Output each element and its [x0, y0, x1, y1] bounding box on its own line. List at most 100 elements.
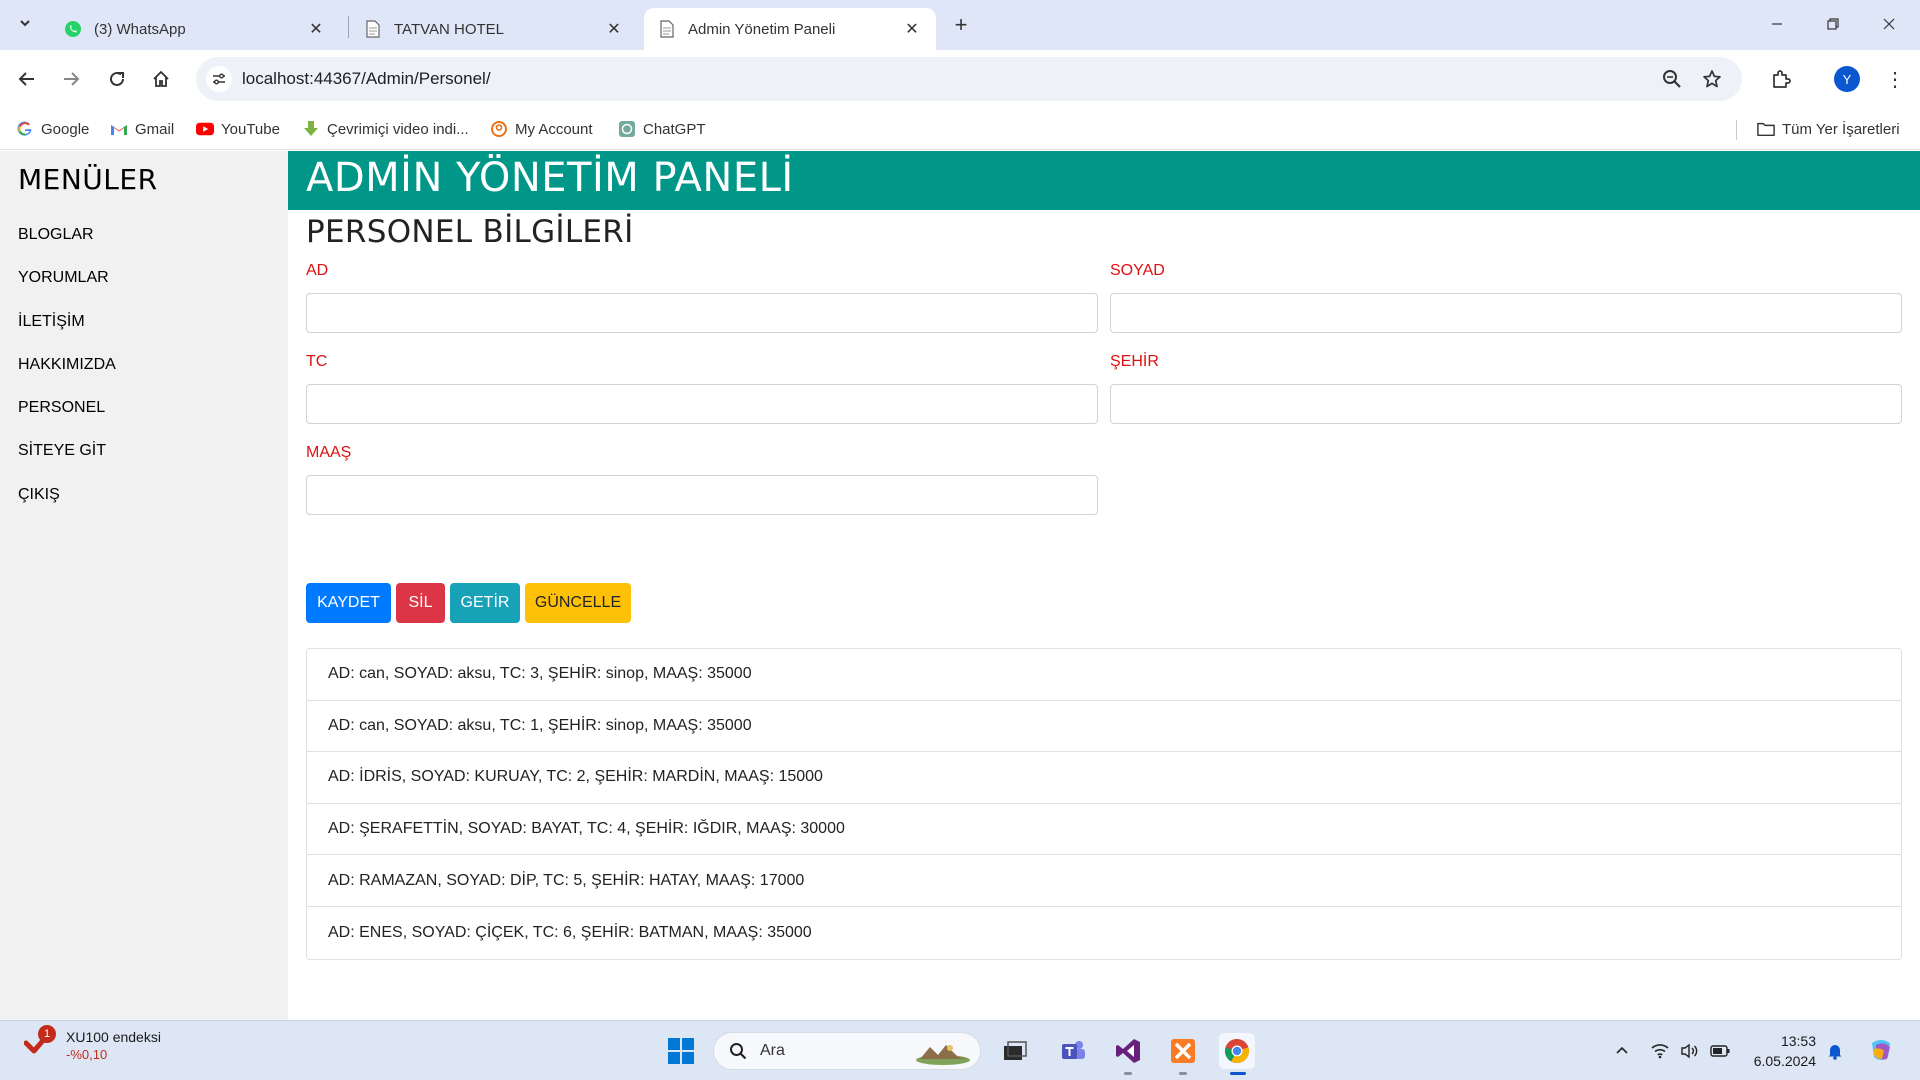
- widget-title: XU100 endeksi: [66, 1028, 161, 1045]
- clock-date: 6.05.2024: [1753, 1053, 1816, 1069]
- back-button[interactable]: [12, 64, 42, 94]
- gmail-icon: [110, 120, 128, 138]
- personel-list: AD: can, SOYAD: aksu, TC: 3, ŞEHİR: sino…: [306, 648, 1902, 960]
- bookmarks-bar: Google Gmail YouTube Çevrimiçi video ind…: [0, 108, 1920, 150]
- search-icon: [728, 1041, 748, 1061]
- tab-divider: [348, 16, 349, 38]
- sil-button[interactable]: SİL: [396, 583, 445, 623]
- xampp-icon[interactable]: [1165, 1033, 1201, 1075]
- chevron-up-icon[interactable]: [1612, 1041, 1632, 1061]
- bookmark-divider: [1736, 120, 1737, 140]
- tc-label: TC: [306, 353, 328, 370]
- profile-avatar[interactable]: Y: [1834, 66, 1860, 92]
- tab-admin-panel[interactable]: Admin Yönetim Paneli ✕: [644, 8, 936, 50]
- reload-button[interactable]: [102, 64, 132, 94]
- download-icon: [302, 120, 320, 138]
- forward-button[interactable]: [56, 64, 86, 94]
- sidebar-item-cikis[interactable]: ÇIKIŞ: [18, 486, 60, 504]
- kaydet-button[interactable]: KAYDET: [306, 583, 391, 623]
- site-info-icon[interactable]: [206, 66, 232, 92]
- page-icon: [364, 20, 382, 38]
- page-title: PERSONEL BİLGİLERİ: [306, 214, 634, 250]
- notification-bell-icon[interactable]: [1825, 1041, 1845, 1061]
- bookmark-label: Google: [41, 120, 90, 138]
- zoom-icon[interactable]: [1661, 68, 1683, 90]
- taskbar-search[interactable]: Ara: [713, 1032, 981, 1070]
- sidebar-item-bloglar[interactable]: BLOGLAR: [18, 226, 94, 244]
- running-indicator: [1179, 1072, 1187, 1075]
- home-button[interactable]: [146, 64, 176, 94]
- chrome-icon[interactable]: [1219, 1033, 1255, 1075]
- new-tab-button[interactable]: +: [948, 12, 974, 38]
- getir-button[interactable]: GETİR: [450, 583, 520, 623]
- all-bookmarks-folder[interactable]: Tüm Yer İşaretleri: [1757, 116, 1900, 142]
- volume-icon[interactable]: [1680, 1041, 1700, 1061]
- guncelle-button[interactable]: GÜNCELLE: [525, 583, 631, 623]
- sidebar-item-iletisim[interactable]: İLETİŞİM: [18, 313, 85, 331]
- tab-strip: (3) WhatsApp ✕ TATVAN HOTEL ✕ Admin Yöne…: [0, 0, 1920, 50]
- minimize-button[interactable]: [1754, 8, 1800, 40]
- soyad-input[interactable]: [1110, 293, 1902, 333]
- tab-title: (3) WhatsApp: [94, 20, 186, 38]
- list-item[interactable]: AD: RAMAZAN, SOYAD: DİP, TC: 5, ŞEHİR: H…: [307, 855, 1901, 907]
- browser-toolbar: localhost:44367/Admin/Personel/ Y ⋮: [0, 50, 1920, 108]
- list-item[interactable]: AD: ŞERAFETTİN, SOYAD: BAYAT, TC: 4, ŞEH…: [307, 804, 1901, 856]
- bookmark-youtube[interactable]: YouTube: [196, 116, 280, 142]
- maas-label: MAAŞ: [306, 444, 352, 461]
- stock-widget[interactable]: 1 XU100 endeksi -%0,10: [23, 1025, 161, 1063]
- sidebar-title: MENÜLER: [18, 163, 158, 196]
- battery-icon[interactable]: [1710, 1041, 1730, 1061]
- maas-input[interactable]: [306, 475, 1098, 515]
- bookmark-my-account[interactable]: My Account: [490, 116, 593, 142]
- close-window-button[interactable]: [1866, 8, 1912, 40]
- bookmark-label: YouTube: [221, 120, 280, 138]
- wifi-icon[interactable]: [1650, 1041, 1670, 1061]
- extensions-icon[interactable]: [1766, 64, 1796, 94]
- tc-input[interactable]: [306, 384, 1098, 424]
- tab-title: Admin Yönetim Paneli: [688, 20, 836, 38]
- sidebar-item-hakkimizda[interactable]: HAKKIMIZDA: [18, 356, 116, 374]
- admin-header: ADMİN YÖNETİM PANELİ: [288, 151, 1920, 210]
- whatsapp-icon: [64, 20, 82, 38]
- close-icon[interactable]: ✕: [902, 19, 922, 39]
- list-item[interactable]: AD: can, SOYAD: aksu, TC: 1, ŞEHİR: sino…: [307, 701, 1901, 753]
- sidebar-item-yorumlar[interactable]: YORUMLAR: [18, 269, 109, 287]
- system-clock[interactable]: 13:53 6.05.2024: [1748, 1031, 1816, 1071]
- sehir-input[interactable]: [1110, 384, 1902, 424]
- restore-button[interactable]: [1810, 8, 1856, 40]
- task-view-icon[interactable]: [997, 1033, 1033, 1069]
- visual-studio-icon[interactable]: [1110, 1033, 1146, 1075]
- bookmark-label: Tüm Yer İşaretleri: [1782, 120, 1900, 138]
- sidebar-item-siteye-git[interactable]: SİTEYE GİT: [18, 442, 106, 460]
- browser-menu-icon[interactable]: ⋮: [1880, 64, 1910, 94]
- chatgpt-icon: [618, 120, 636, 138]
- folder-icon: [1757, 120, 1775, 138]
- url-text[interactable]: localhost:44367/Admin/Personel/: [242, 69, 491, 89]
- windows-start-icon[interactable]: [663, 1033, 699, 1069]
- page-icon: [658, 20, 676, 38]
- bookmark-video-downloader[interactable]: Çevrimiçi video indi...: [302, 116, 469, 142]
- bookmark-star-icon[interactable]: [1701, 68, 1723, 90]
- search-placeholder: Ara: [760, 1042, 785, 1059]
- tab-tatvan-hotel[interactable]: TATVAN HOTEL ✕: [350, 8, 638, 50]
- bookmark-chatgpt[interactable]: ChatGPT: [618, 116, 706, 142]
- list-item[interactable]: AD: ENES, SOYAD: ÇİÇEK, TC: 6, ŞEHİR: BA…: [307, 907, 1901, 959]
- tab-whatsapp[interactable]: (3) WhatsApp ✕: [50, 8, 340, 50]
- bookmark-google[interactable]: Google: [16, 116, 89, 142]
- ad-input[interactable]: [306, 293, 1098, 333]
- sidebar: MENÜLER BLOGLAR YORUMLAR İLETİŞİM HAKKIM…: [0, 151, 288, 1020]
- copilot-icon[interactable]: [1866, 1035, 1896, 1065]
- list-item[interactable]: AD: can, SOYAD: aksu, TC: 3, ŞEHİR: sino…: [307, 649, 1901, 701]
- close-icon[interactable]: ✕: [306, 19, 326, 39]
- sehir-label: ŞEHİR: [1110, 353, 1159, 370]
- tab-search-chevron-icon[interactable]: [12, 10, 38, 36]
- address-bar[interactable]: localhost:44367/Admin/Personel/: [196, 57, 1742, 101]
- list-item[interactable]: AD: İDRİS, SOYAD: KURUAY, TC: 2, ŞEHİR: …: [307, 752, 1901, 804]
- teams-icon[interactable]: [1055, 1033, 1091, 1069]
- widget-value: -%0,10: [66, 1046, 108, 1062]
- bookmark-gmail[interactable]: Gmail: [110, 116, 174, 142]
- notification-badge: 1: [38, 1025, 56, 1043]
- sidebar-item-personel[interactable]: PERSONEL: [18, 399, 105, 417]
- stock-trend-icon: 1: [23, 1025, 60, 1063]
- close-icon[interactable]: ✕: [604, 19, 624, 39]
